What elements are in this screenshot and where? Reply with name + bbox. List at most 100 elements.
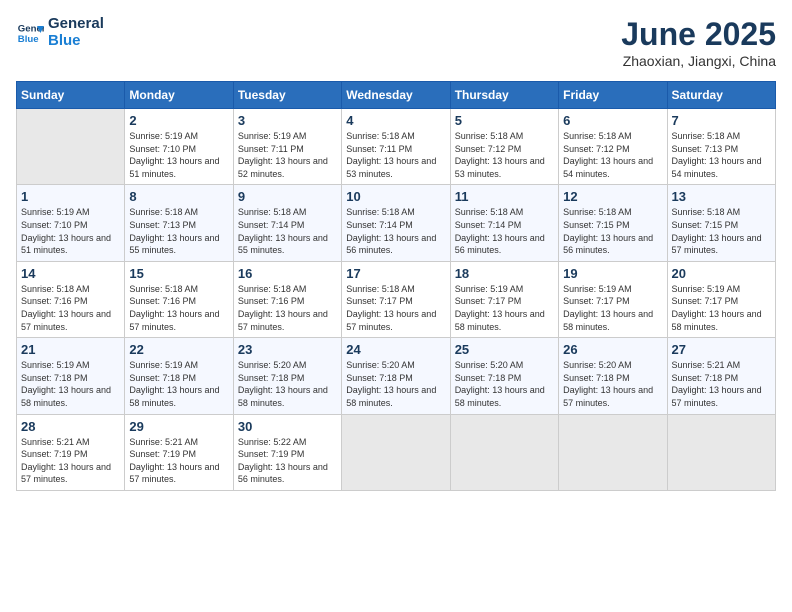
- day-number: 11: [455, 189, 554, 204]
- day-info: Sunrise: 5:21 AMSunset: 7:18 PMDaylight:…: [672, 359, 771, 409]
- calendar-subtitle: Zhaoxian, Jiangxi, China: [621, 53, 776, 69]
- calendar-cell: 19 Sunrise: 5:19 AMSunset: 7:17 PMDayligh…: [559, 261, 667, 337]
- calendar-cell: 10 Sunrise: 5:18 AMSunset: 7:14 PMDayligh…: [342, 185, 450, 261]
- weekday-header-friday: Friday: [559, 82, 667, 109]
- logo-blue: Blue: [48, 33, 104, 50]
- calendar-title: June 2025: [621, 16, 776, 53]
- day-number: 10: [346, 189, 445, 204]
- svg-text:Blue: Blue: [18, 33, 39, 44]
- calendar-cell: [559, 414, 667, 490]
- calendar-cell: 4 Sunrise: 5:18 AMSunset: 7:11 PMDaylight…: [342, 109, 450, 185]
- calendar-cell: 25 Sunrise: 5:20 AMSunset: 7:18 PMDayligh…: [450, 338, 558, 414]
- day-number: 4: [346, 113, 445, 128]
- calendar-cell: 18 Sunrise: 5:19 AMSunset: 7:17 PMDayligh…: [450, 261, 558, 337]
- day-number: 16: [238, 266, 337, 281]
- day-number: 21: [21, 342, 120, 357]
- day-number: 14: [21, 266, 120, 281]
- day-info: Sunrise: 5:18 AMSunset: 7:12 PMDaylight:…: [455, 130, 554, 180]
- weekday-header-wednesday: Wednesday: [342, 82, 450, 109]
- day-number: 17: [346, 266, 445, 281]
- day-number: 28: [21, 419, 120, 434]
- day-number: 30: [238, 419, 337, 434]
- calendar-cell: 11Sunrise: 5:18 AMSunset: 7:14 PMDayligh…: [450, 185, 558, 261]
- weekday-header-tuesday: Tuesday: [233, 82, 341, 109]
- calendar-cell: 20 Sunrise: 5:19 AMSunset: 7:17 PMDayligh…: [667, 261, 775, 337]
- calendar-cell: 27 Sunrise: 5:21 AMSunset: 7:18 PMDayligh…: [667, 338, 775, 414]
- day-number: 22: [129, 342, 228, 357]
- day-info: Sunrise: 5:21 AMSunset: 7:19 PMDaylight:…: [129, 436, 228, 486]
- day-info: Sunrise: 5:18 AMSunset: 7:14 PMDaylight:…: [346, 206, 445, 256]
- day-info: Sunrise: 5:20 AMSunset: 7:18 PMDaylight:…: [563, 359, 662, 409]
- day-number: 13: [672, 189, 771, 204]
- weekday-header-monday: Monday: [125, 82, 233, 109]
- calendar-cell: 8Sunrise: 5:18 AMSunset: 7:13 PMDaylight…: [125, 185, 233, 261]
- day-info: Sunrise: 5:18 AMSunset: 7:12 PMDaylight:…: [563, 130, 662, 180]
- day-number: 15: [129, 266, 228, 281]
- calendar-cell: 26Sunrise: 5:20 AMSunset: 7:18 PMDayligh…: [559, 338, 667, 414]
- day-number: 3: [238, 113, 337, 128]
- day-info: Sunrise: 5:18 AMSunset: 7:15 PMDaylight:…: [672, 206, 771, 256]
- day-number: 9: [238, 189, 337, 204]
- calendar-cell: 24 Sunrise: 5:20 AMSunset: 7:18 PMDayligh…: [342, 338, 450, 414]
- calendar-cell: 5 Sunrise: 5:18 AMSunset: 7:12 PMDaylight…: [450, 109, 558, 185]
- calendar-cell: 2 Sunrise: 5:19 AMSunset: 7:10 PMDaylight…: [125, 109, 233, 185]
- day-info: Sunrise: 5:18 AMSunset: 7:16 PMDaylight:…: [129, 283, 228, 333]
- day-number: 2: [129, 113, 228, 128]
- day-number: 7: [672, 113, 771, 128]
- day-number: 19: [563, 266, 662, 281]
- calendar-cell: 15 Sunrise: 5:18 AMSunset: 7:16 PMDayligh…: [125, 261, 233, 337]
- day-info: Sunrise: 5:18 AMSunset: 7:16 PMDaylight:…: [238, 283, 337, 333]
- day-number: 25: [455, 342, 554, 357]
- day-number: 12: [563, 189, 662, 204]
- calendar-table: SundayMondayTuesdayWednesdayThursdayFrid…: [16, 81, 776, 491]
- day-info: Sunrise: 5:19 AMSunset: 7:17 PMDaylight:…: [563, 283, 662, 333]
- calendar-header-row: SundayMondayTuesdayWednesdayThursdayFrid…: [17, 82, 776, 109]
- logo: General Blue General Blue: [16, 16, 104, 49]
- calendar-cell: 21 Sunrise: 5:19 AMSunset: 7:18 PMDayligh…: [17, 338, 125, 414]
- day-info: Sunrise: 5:18 AMSunset: 7:13 PMDaylight:…: [129, 206, 228, 256]
- weekday-header-saturday: Saturday: [667, 82, 775, 109]
- calendar-cell: 16 Sunrise: 5:18 AMSunset: 7:16 PMDayligh…: [233, 261, 341, 337]
- calendar-cell: 7 Sunrise: 5:18 AMSunset: 7:13 PMDaylight…: [667, 109, 775, 185]
- calendar-cell: 30 Sunrise: 5:22 AMSunset: 7:19 PMDayligh…: [233, 414, 341, 490]
- day-info: Sunrise: 5:19 AMSunset: 7:17 PMDaylight:…: [455, 283, 554, 333]
- calendar-cell: 17 Sunrise: 5:18 AMSunset: 7:17 PMDayligh…: [342, 261, 450, 337]
- calendar-cell: 1Sunrise: 5:19 AMSunset: 7:10 PMDaylight…: [17, 185, 125, 261]
- logo-icon: General Blue: [16, 19, 44, 47]
- day-number: 24: [346, 342, 445, 357]
- day-number: 5: [455, 113, 554, 128]
- calendar-cell: [17, 109, 125, 185]
- day-info: Sunrise: 5:19 AMSunset: 7:18 PMDaylight:…: [129, 359, 228, 409]
- day-info: Sunrise: 5:18 AMSunset: 7:16 PMDaylight:…: [21, 283, 120, 333]
- calendar-cell: [342, 414, 450, 490]
- day-info: Sunrise: 5:18 AMSunset: 7:11 PMDaylight:…: [346, 130, 445, 180]
- weekday-header-sunday: Sunday: [17, 82, 125, 109]
- day-number: 20: [672, 266, 771, 281]
- weekday-header-thursday: Thursday: [450, 82, 558, 109]
- day-number: 23: [238, 342, 337, 357]
- calendar-cell: 22 Sunrise: 5:19 AMSunset: 7:18 PMDayligh…: [125, 338, 233, 414]
- day-info: Sunrise: 5:18 AMSunset: 7:13 PMDaylight:…: [672, 130, 771, 180]
- day-info: Sunrise: 5:20 AMSunset: 7:18 PMDaylight:…: [455, 359, 554, 409]
- day-info: Sunrise: 5:19 AMSunset: 7:17 PMDaylight:…: [672, 283, 771, 333]
- logo-general: General: [48, 16, 104, 33]
- calendar-cell: 13 Sunrise: 5:18 AMSunset: 7:15 PMDayligh…: [667, 185, 775, 261]
- day-info: Sunrise: 5:19 AMSunset: 7:18 PMDaylight:…: [21, 359, 120, 409]
- calendar-cell: 23 Sunrise: 5:20 AMSunset: 7:18 PMDayligh…: [233, 338, 341, 414]
- calendar-cell: [450, 414, 558, 490]
- calendar-cell: 6Sunrise: 5:18 AMSunset: 7:12 PMDaylight…: [559, 109, 667, 185]
- calendar-cell: 3Sunrise: 5:19 AMSunset: 7:11 PMDaylight…: [233, 109, 341, 185]
- day-info: Sunrise: 5:20 AMSunset: 7:18 PMDaylight:…: [346, 359, 445, 409]
- day-info: Sunrise: 5:19 AMSunset: 7:10 PMDaylight:…: [21, 206, 120, 256]
- day-info: Sunrise: 5:19 AMSunset: 7:10 PMDaylight:…: [129, 130, 228, 180]
- calendar-cell: 28Sunrise: 5:21 AMSunset: 7:19 PMDayligh…: [17, 414, 125, 490]
- day-info: Sunrise: 5:22 AMSunset: 7:19 PMDaylight:…: [238, 436, 337, 486]
- day-info: Sunrise: 5:18 AMSunset: 7:17 PMDaylight:…: [346, 283, 445, 333]
- day-number: 27: [672, 342, 771, 357]
- day-info: Sunrise: 5:20 AMSunset: 7:18 PMDaylight:…: [238, 359, 337, 409]
- calendar-cell: 29 Sunrise: 5:21 AMSunset: 7:19 PMDayligh…: [125, 414, 233, 490]
- day-number: 29: [129, 419, 228, 434]
- day-number: 18: [455, 266, 554, 281]
- calendar-cell: 14 Sunrise: 5:18 AMSunset: 7:16 PMDayligh…: [17, 261, 125, 337]
- calendar-cell: 12Sunrise: 5:18 AMSunset: 7:15 PMDayligh…: [559, 185, 667, 261]
